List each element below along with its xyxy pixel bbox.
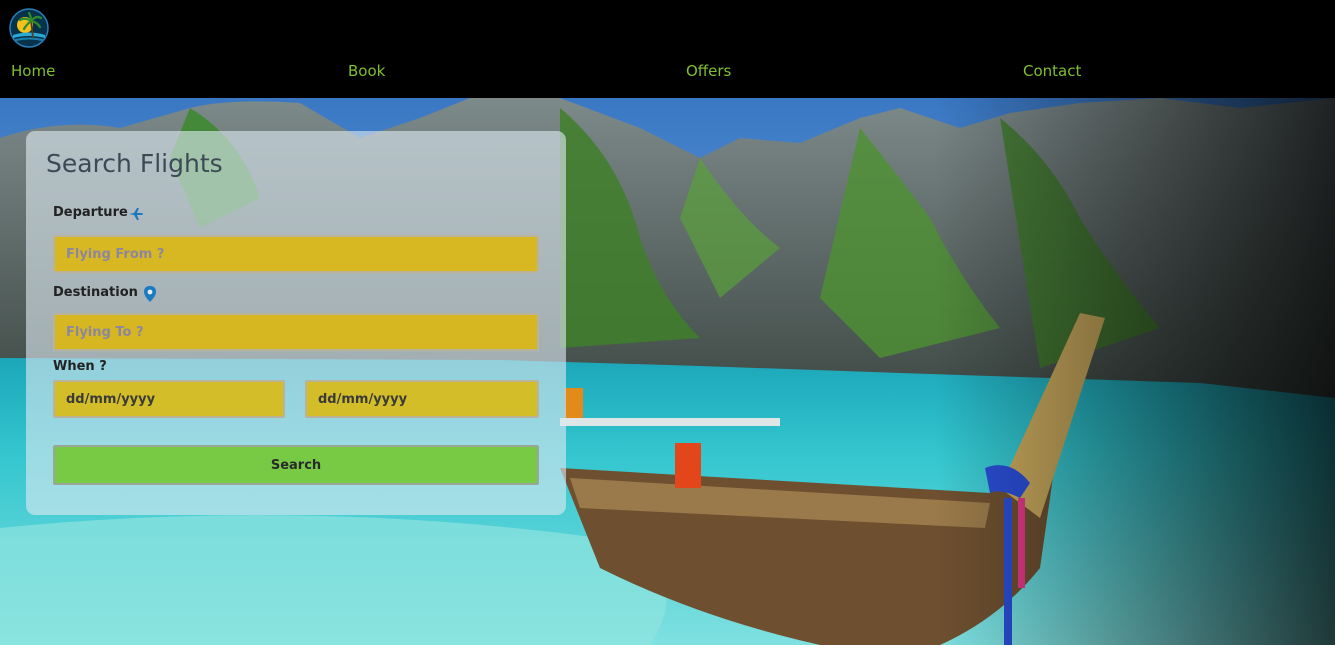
map-pin-icon bbox=[144, 286, 156, 306]
departure-label: Departure bbox=[53, 205, 128, 220]
destination-input[interactable]: Flying To ? bbox=[53, 313, 539, 351]
airplane-icon bbox=[128, 206, 144, 225]
logo-palm-sunset-icon[interactable] bbox=[9, 8, 49, 48]
when-label: When ? bbox=[53, 359, 107, 374]
search-flights-panel: Search Flights Departure Flying From ? D… bbox=[26, 131, 566, 515]
site-header: Home Book Offers Contact bbox=[0, 0, 1335, 98]
destination-label: Destination bbox=[53, 285, 138, 300]
date-to-input[interactable]: dd/mm/yyyy bbox=[305, 380, 539, 418]
search-button[interactable]: Search bbox=[53, 445, 539, 485]
departure-input[interactable]: Flying From ? bbox=[53, 235, 539, 273]
nav-home[interactable]: Home bbox=[11, 62, 55, 80]
nav-contact[interactable]: Contact bbox=[1023, 62, 1081, 80]
date-from-input[interactable]: dd/mm/yyyy bbox=[53, 380, 285, 418]
nav-offers[interactable]: Offers bbox=[686, 62, 731, 80]
nav-book[interactable]: Book bbox=[348, 62, 385, 80]
panel-title: Search Flights bbox=[46, 149, 223, 178]
